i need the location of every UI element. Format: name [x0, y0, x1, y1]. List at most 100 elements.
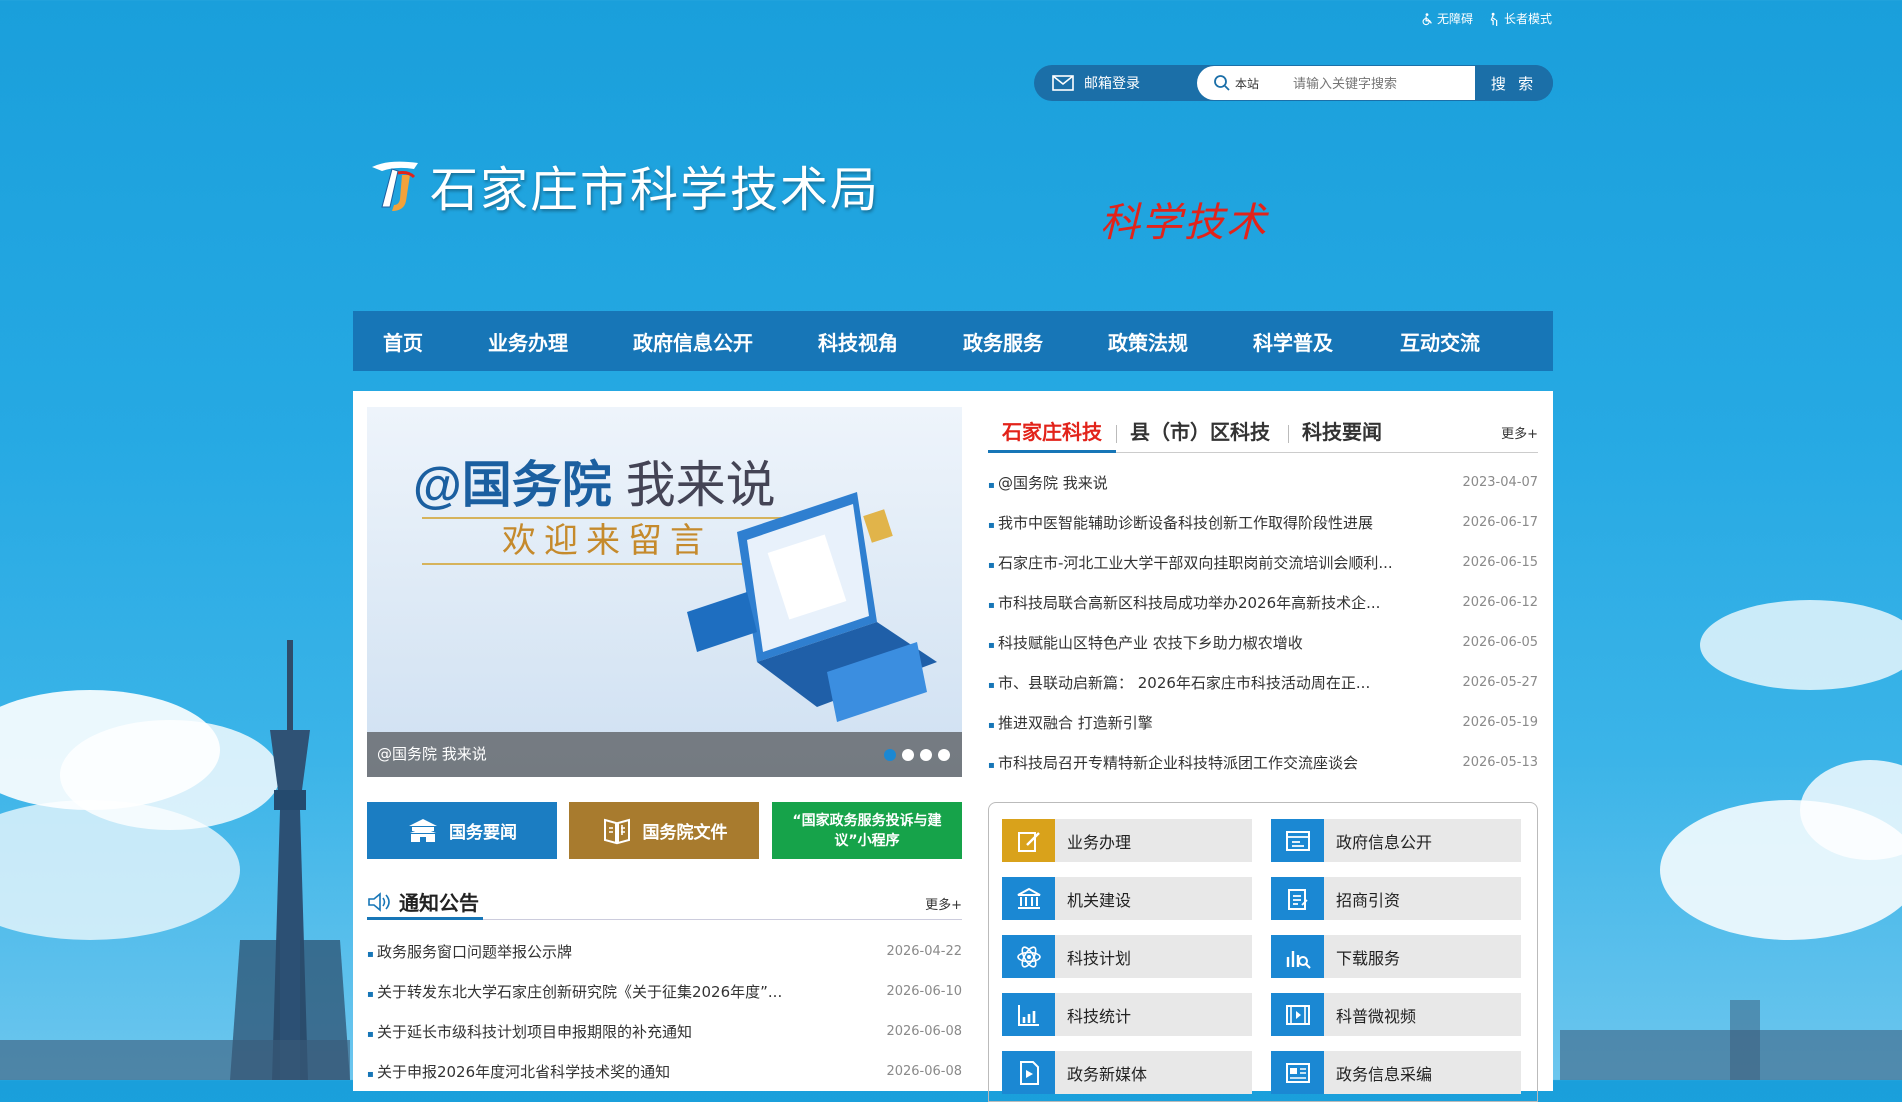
banner-slider[interactable]: @国务院 我来说 欢迎来留言 @国务院 我来说 [367, 407, 962, 777]
service-label: 科技计划 [1067, 948, 1132, 968]
slide-headline-a: @国务院 [413, 457, 612, 513]
news-item[interactable]: 科技赋能山区特色产业 农技下乡助力椒农增收 2026-06-05 [988, 622, 1538, 662]
state-docs-button[interactable]: 国务院文件 [569, 802, 759, 859]
mail-login-link[interactable]: 邮箱登录 [1034, 73, 1197, 93]
main-panel: @国务院 我来说 欢迎来留言 @国务院 我来说 国务要闻 国务院文件 “国家政务… [353, 391, 1553, 1102]
service-business[interactable]: 业务办理 [1002, 819, 1252, 862]
news-item-date: 2026-06-15 [1462, 554, 1538, 570]
tv-tower-icon [230, 640, 350, 1080]
search-icon [1214, 75, 1230, 91]
slide-dot[interactable] [884, 749, 896, 761]
complaint-miniprogram-label: “国家政务服务投诉与建议”小程序 [792, 812, 942, 849]
complaint-miniprogram-button[interactable]: “国家政务服务投诉与建议”小程序 [772, 802, 962, 859]
utility-links: 无障碍 长者模式 [1420, 10, 1552, 27]
news-item[interactable]: 市科技局召开专精特新企业科技特派团工作交流座谈会 2026-05-13 [988, 742, 1538, 782]
notice-item[interactable]: 关于申报2026年度河北省科学技术奖的通知 2026-06-08 [367, 1051, 962, 1091]
bar-chart-icon [1002, 993, 1055, 1036]
nav-business[interactable]: 业务办理 [488, 327, 633, 356]
chart-search-icon [1271, 935, 1324, 978]
service-investment[interactable]: 招商引资 [1271, 877, 1521, 920]
notice-item[interactable]: 政务服务窗口问题举报公示牌 2026-04-22 [367, 931, 962, 971]
wheelchair-icon [1422, 12, 1432, 25]
edit-icon [1002, 819, 1055, 862]
notice-list: 政务服务窗口问题举报公示牌 2026-04-22 关于转发东北大学石家庄创新研究院… [367, 931, 962, 1091]
elder-mode-label: 长者模式 [1503, 12, 1552, 26]
nav-interaction[interactable]: 互动交流 [1400, 327, 1500, 356]
news-item-title: 推进双融合 打造新引擎 [988, 712, 1153, 733]
news-item[interactable]: 石家庄市-河北工业大学干部双向挂职岗前交流培训会顺利... 2026-06-15 [988, 542, 1538, 582]
service-tech-plan[interactable]: 科技计划 [1002, 935, 1252, 978]
nav-home[interactable]: 首页 [383, 327, 488, 356]
news-item[interactable]: 我市中医智能辅助诊断设备科技创新工作取得阶段性进展 2026-06-17 [988, 502, 1538, 542]
tab-divider [1116, 425, 1117, 443]
state-news-label: 国务要闻 [449, 823, 517, 843]
search-scope[interactable]: 本站 [1235, 75, 1259, 92]
notice-item[interactable]: 关于延长市级科技计划项目申报期限的补充通知 2026-06-08 [367, 1011, 962, 1051]
notice-item-title: 关于转发东北大学石家庄创新研究院《关于征集2026年度”... [367, 981, 782, 1002]
notice-more-link[interactable]: 更多+ [925, 894, 962, 913]
news-item[interactable]: 市、县联动启新篇： 2026年石家庄市科技活动周在正... 2026-05-27 [988, 662, 1538, 702]
service-science-video[interactable]: 科普微视频 [1271, 993, 1521, 1036]
news-icon [1271, 1051, 1324, 1094]
slide-caption: @国务院 我来说 [367, 732, 962, 777]
news-item-title: 我市中医智能辅助诊断设备科技创新工作取得阶段性进展 [988, 512, 1373, 533]
state-docs-label: 国务院文件 [642, 823, 728, 843]
search-input[interactable] [1291, 74, 1462, 92]
notice-item-date: 2026-04-22 [886, 943, 962, 959]
news-item-date: 2023-04-07 [1462, 474, 1538, 490]
service-download[interactable]: 下载服务 [1271, 935, 1521, 978]
elder-mode-link[interactable]: 长者模式 [1487, 10, 1552, 27]
film-icon [1271, 993, 1324, 1036]
tab-county-tech[interactable]: 县（市）区科技 [1130, 411, 1270, 453]
nav-gov-service[interactable]: 政务服务 [963, 327, 1108, 356]
service-label: 招商引资 [1336, 890, 1401, 910]
notice-tab[interactable]: 通知公告 [367, 886, 483, 920]
slide-dot[interactable] [938, 749, 950, 761]
news-item[interactable]: 推进双融合 打造新引擎 2026-05-19 [988, 702, 1538, 742]
nav-science-pop[interactable]: 科学普及 [1253, 327, 1400, 356]
nav-gov-info[interactable]: 政府信息公开 [633, 327, 818, 356]
news-item-title: 市科技局召开专精特新企业科技特派团工作交流座谈会 [988, 752, 1358, 773]
service-label: 政务信息采编 [1336, 1064, 1433, 1084]
search-box: 本站 [1197, 66, 1475, 100]
nav-policy[interactable]: 政策法规 [1108, 327, 1253, 356]
nav-tech-view[interactable]: 科技视角 [818, 327, 963, 356]
news-item-date: 2026-06-12 [1462, 594, 1538, 610]
slide-dot[interactable] [920, 749, 932, 761]
mail-login-label: 邮箱登录 [1084, 76, 1140, 92]
notice-item-title: 关于申报2026年度河北省科学技术奖的通知 [367, 1061, 670, 1082]
service-gov-info[interactable]: 政府信息公开 [1271, 819, 1521, 862]
news-item[interactable]: @国务院 我来说 2023-04-07 [988, 462, 1538, 502]
service-label: 下载服务 [1336, 948, 1401, 968]
state-news-button[interactable]: 国务要闻 [367, 802, 557, 859]
service-organ-building[interactable]: 机关建设 [1002, 877, 1252, 920]
search-button[interactable]: 搜 索 [1475, 65, 1553, 101]
site-title: 石家庄市科学技术局 [430, 164, 881, 217]
news-item-date: 2026-05-27 [1462, 674, 1538, 690]
tab-tech-news[interactable]: 科技要闻 [1302, 411, 1382, 453]
open-book-icon [603, 818, 630, 844]
accessibility-link[interactable]: 无障碍 [1420, 10, 1473, 27]
news-item-date: 2026-05-19 [1462, 714, 1538, 730]
window-icon [1271, 819, 1324, 862]
notice-header: 通知公告 更多+ [367, 886, 962, 920]
search-bar: 邮箱登录 本站 搜 索 [1034, 65, 1553, 101]
notice-item[interactable]: 关于转发东北大学石家庄创新研究院《关于征集2026年度”... 2026-06-1… [367, 971, 962, 1011]
slide-dot[interactable] [902, 749, 914, 761]
tab-shijiazhuang-tech[interactable]: 石家庄科技 [988, 411, 1116, 453]
service-info-editing[interactable]: 政务信息采编 [1271, 1051, 1521, 1094]
news-more-link[interactable]: 更多+ [1501, 423, 1538, 442]
service-label: 科普微视频 [1336, 1006, 1417, 1026]
service-new-media[interactable]: 政务新媒体 [1002, 1051, 1252, 1094]
service-label: 科技统计 [1067, 1006, 1132, 1026]
news-item[interactable]: 市科技局联合高新区科技局成功举办2026年高新技术企... 2026-06-12 [988, 582, 1538, 622]
news-item-title: 石家庄市-河北工业大学干部双向挂职岗前交流培训会顺利... [988, 552, 1393, 573]
kj-logo-icon [372, 161, 418, 211]
service-label: 政府信息公开 [1336, 832, 1433, 852]
laptop-illustration [687, 492, 937, 722]
site-logo[interactable]: 石家庄市科学技术局 [368, 150, 880, 220]
accessibility-label: 无障碍 [1436, 12, 1473, 26]
service-label: 政务新媒体 [1067, 1064, 1148, 1084]
news-item-title: 市、县联动启新篇： 2026年石家庄市科技活动周在正... [988, 672, 1370, 693]
service-tech-stats[interactable]: 科技统计 [1002, 993, 1252, 1036]
